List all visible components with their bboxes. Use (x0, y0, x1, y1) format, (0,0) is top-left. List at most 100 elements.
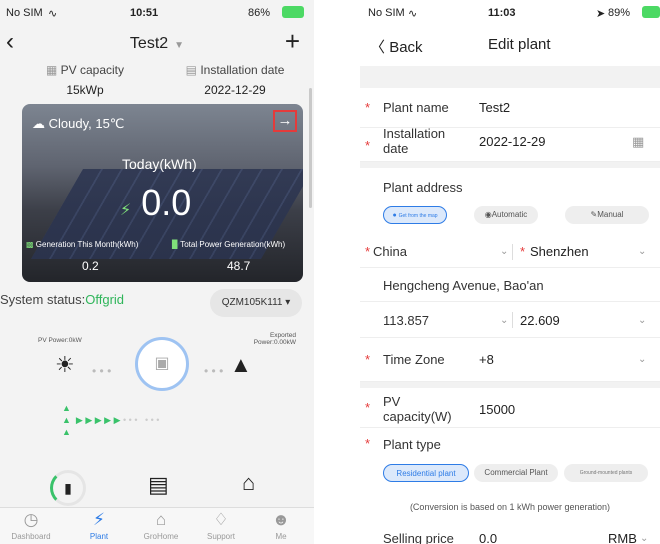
flow-dots: • • • (92, 364, 112, 378)
timezone-label: Time Zone (383, 352, 445, 367)
tab-me[interactable]: ☻ Me (250, 510, 312, 541)
support-icon: ♢ (213, 510, 229, 529)
battery-icon: ▮ (50, 470, 86, 506)
chevron-down-icon: ▼ (174, 40, 185, 51)
grohome-icon: ⌂ (155, 510, 167, 529)
automatic-button[interactable]: ◉Automatic (474, 206, 538, 224)
mode-label: Automatic (491, 210, 528, 219)
battery-percent: 86% (248, 7, 271, 19)
back-label: Back (389, 39, 423, 56)
country-value: China (373, 244, 407, 259)
street-value: Hengcheng Avenue, Bao'an (383, 278, 544, 293)
chevron-down-icon: ⌄ (638, 354, 647, 365)
pv-capacity-label: PV capacity (60, 63, 125, 77)
device-model: QZM105K111 (221, 297, 283, 308)
clock: 11:03 (488, 7, 516, 19)
energy-flow-line: ▲ ▲ ▶ ▶ ▶ ▶ ▶ • • • • • • ▲ (62, 403, 160, 437)
plant-name-label: Plant name (383, 100, 449, 115)
plant-type-commercial[interactable]: Commercial Plant (474, 464, 558, 482)
clock: 10:51 (130, 7, 159, 19)
divider (512, 312, 513, 328)
plant-selector[interactable]: Test2 ▼ (0, 35, 314, 53)
grid-tower-icon: ▲ (230, 352, 252, 377)
location-pin-icon: ● (392, 212, 397, 219)
coordinates-row[interactable]: 113.857 ⌄ 22.609 ⌄ (360, 302, 660, 338)
install-date-row[interactable]: * Installation date 2022-12-29 ▦ (360, 126, 660, 162)
longitude-value: 113.857 (383, 313, 430, 328)
gen-month-label: ▩ Generation This Month(kWh) (26, 240, 138, 249)
required-mark: * (365, 138, 371, 153)
dashboard-icon: ◷ (23, 510, 39, 529)
plant-title: Test2 (129, 35, 169, 52)
install-date-label: Installation date (383, 126, 446, 156)
plant-address-label: Plant address (383, 180, 463, 195)
plant-type-residential[interactable]: Residential plant (383, 464, 469, 482)
plant-icon: ⚡ (93, 510, 105, 529)
chevron-down-icon: ▾ (285, 297, 291, 308)
selling-price-row[interactable]: Selling price 0.0 RMB ⌄ (360, 522, 660, 544)
country-city-row[interactable]: * China ⌄ * Shenzhen ⌄ (360, 238, 660, 268)
conversion-note: (Conversion is based on 1 kWh power gene… (409, 502, 611, 512)
timezone-row[interactable]: * Time Zone +8 ⌄ (360, 338, 660, 382)
divider (512, 244, 513, 260)
compass-icon: ◉ (484, 210, 492, 219)
system-status-value: Offgrid (85, 292, 125, 307)
tab-label: Support (206, 532, 236, 541)
edit-plant-screen: No SIM ∿ 11:03 ➤ 89% 〈 Back Edit plant *… (360, 0, 660, 544)
page-title: Edit plant (488, 36, 551, 53)
battery-gen-icon: ▩ (26, 240, 34, 249)
install-date-value: 2022-12-29 (479, 134, 546, 149)
manual-button[interactable]: ✎Manual (565, 206, 649, 224)
required-mark: * (365, 100, 371, 115)
gen-month-text: Generation This Month(kWh) (35, 240, 139, 249)
exported-label: Exported Power:0.00kW (253, 332, 296, 346)
chevron-down-icon: ⌄ (638, 246, 647, 257)
device-selector[interactable]: QZM105K111 ▾ (210, 289, 302, 317)
status-bar: No SIM ∿ 10:51 86% (0, 0, 314, 26)
add-plant-button[interactable]: + (285, 26, 300, 57)
tab-grohome[interactable]: ⌂ GroHome (130, 510, 192, 541)
required-mark: * (365, 352, 371, 367)
pv-capacity-row[interactable]: * PV capacity(W) 15000 (360, 388, 660, 428)
city-value: Shenzhen (530, 244, 589, 259)
selling-price-value: 0.0 (479, 531, 498, 544)
installation-label: Installation date (200, 63, 285, 77)
installation-value: 2022-12-29 (204, 83, 266, 97)
gen-month-value: 0.2 (82, 259, 99, 273)
plant-type-ground[interactable]: Ground-mounted plants (564, 464, 648, 482)
back-button[interactable]: 〈 Back (370, 36, 423, 57)
today-value: 0.0 (141, 182, 192, 223)
carrier: No SIM (6, 7, 43, 19)
tab-plant[interactable]: ⚡ Plant (68, 510, 130, 541)
today-value-wrap: ⚡ 0.0 (120, 182, 191, 224)
pv-power-label: PV Power:0kW (38, 337, 82, 344)
required-mark: * (520, 244, 526, 259)
required-mark: * (365, 436, 371, 451)
street-row[interactable]: Hengcheng Avenue, Bao'an (360, 268, 660, 302)
tab-support[interactable]: ♢ Support (190, 510, 252, 541)
scrollbar[interactable] (309, 88, 312, 208)
bolt-icon: ⚡ (120, 202, 132, 219)
battery-icon (642, 6, 660, 18)
battery-percent: 89% (608, 7, 631, 19)
inverter-icon: ▣ (135, 337, 189, 391)
total-gen-label: ▉ Total Power Generation(kWh) (172, 240, 285, 249)
tab-bar: ◷ Dashboard ⚡ Plant ⌂ GroHome ♢ Support ☻ Me (0, 507, 314, 544)
nav-bar: ‹ Test2 ▼ + (0, 26, 314, 62)
today-label: Today(kWh) (122, 156, 197, 172)
detail-arrow-button[interactable]: → (273, 110, 297, 132)
user-icon: ☻ (272, 510, 290, 529)
mode-label: Manual (597, 210, 624, 219)
tab-dashboard[interactable]: ◷ Dashboard (0, 510, 62, 541)
plant-name-row[interactable]: * Plant name Test2 (360, 88, 660, 128)
section-gap (360, 66, 660, 88)
get-from-map-button[interactable]: ● Get from the map (383, 206, 447, 224)
location-icon: ➤ (596, 8, 606, 20)
bar-chart-icon: ▉ (172, 240, 179, 249)
chevron-left-icon: 〈 (370, 39, 386, 56)
tab-label: Dashboard (11, 532, 51, 541)
calendar-icon[interactable]: ▦ (632, 134, 644, 150)
tab-label: Plant (89, 532, 109, 541)
solar-panel-icon: ☀ (55, 352, 75, 377)
chevron-down-icon: ⌄ (638, 315, 647, 326)
